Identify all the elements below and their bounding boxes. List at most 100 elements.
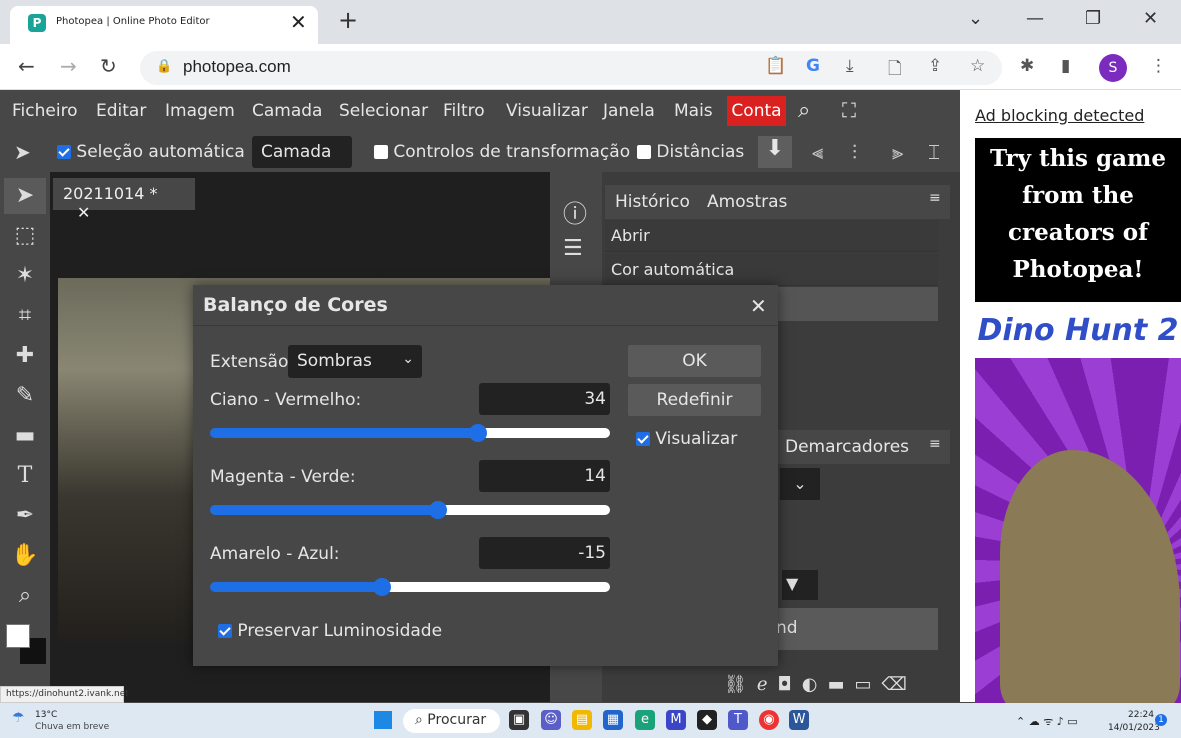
menu-mais[interactable]: Mais (674, 101, 713, 121)
slider-thumb[interactable] (429, 501, 447, 519)
clock-time[interactable]: 22:24 (1128, 710, 1154, 720)
reset-button[interactable]: Redefinir (628, 384, 761, 416)
layer-actions-icons[interactable]: ⛓ℯ◘◐▬▭⌫ (724, 674, 917, 695)
menu-editar[interactable]: Editar (96, 101, 146, 121)
history-row[interactable]: Cor automática (605, 254, 938, 286)
tab-history[interactable]: Histórico (615, 192, 690, 212)
menu-camada[interactable]: Camada (252, 101, 322, 121)
close-window-icon[interactable]: ✕ (1143, 8, 1158, 29)
ad-promo[interactable]: Try this game from the creators of Photo… (975, 138, 1181, 302)
tab-paths[interactable]: Demarcadores (785, 437, 909, 457)
history-row[interactable]: Abrir (605, 220, 938, 252)
weather-text[interactable]: Chuva em breve (35, 722, 109, 732)
foreground-color-swatch[interactable] (6, 624, 30, 648)
distances-checkbox[interactable]: Distâncias (637, 142, 744, 162)
back-icon[interactable]: ← (18, 54, 35, 78)
account-button[interactable]: Conta (727, 96, 786, 126)
slider-thumb[interactable] (469, 424, 487, 442)
panel-menu-icon[interactable]: ≡ (929, 190, 941, 206)
task-view-icon[interactable]: ▣ (509, 710, 529, 730)
pen-tool-icon[interactable]: ✒ (8, 499, 42, 533)
chat-icon[interactable]: ☺ (541, 710, 561, 730)
transform-controls-checkbox[interactable]: Controlos de transformação (374, 142, 630, 162)
app2-icon[interactable]: ◆ (697, 710, 717, 730)
omnibox[interactable]: 🔒 photopea.com (140, 51, 1002, 85)
fullscreen-icon[interactable]: ⛶ (842, 98, 856, 122)
magenta-green-input[interactable]: 14 (479, 460, 610, 492)
auto-select-checkbox[interactable]: Seleção automática (57, 142, 245, 162)
side-panel-icon[interactable]: ▮ (1061, 56, 1070, 76)
adjustments-icon[interactable]: ☰ (563, 236, 583, 261)
zoom-tool-icon[interactable]: ⌕ (8, 579, 42, 613)
menu-ficheiro[interactable]: Ficheiro (12, 101, 78, 121)
extensions-icon[interactable]: ✱ (1020, 56, 1034, 76)
weather-temp[interactable]: 13°C (35, 710, 57, 720)
forward-icon[interactable]: → (60, 54, 77, 78)
close-tab-icon[interactable]: ✕ (290, 10, 307, 34)
bookmark-star-icon[interactable]: ☆ (970, 56, 985, 76)
marquee-tool-icon[interactable]: ⬚ (8, 219, 42, 253)
close-document-icon[interactable]: ✕ (77, 203, 90, 222)
align-right-icon[interactable]: ⫸ (892, 140, 903, 164)
edge-icon[interactable]: e (635, 710, 655, 730)
layers-panel-menu-icon[interactable]: ≡ (929, 436, 941, 452)
download-icon[interactable]: ⬇ (758, 136, 792, 168)
file-explorer-icon[interactable]: ▤ (572, 710, 592, 730)
install-app-icon[interactable]: ⤓ (846, 56, 854, 76)
preserve-luminosity-checkbox[interactable]: Preservar Luminosidade (218, 621, 442, 641)
text-tool-icon[interactable]: T (8, 459, 42, 493)
ad-blocking-link[interactable]: Ad blocking detected (975, 106, 1144, 125)
profile-avatar[interactable]: S (1099, 54, 1127, 82)
restore-icon[interactable]: ❐ (1085, 8, 1101, 29)
opacity-dropdown[interactable]: ▼ (782, 570, 818, 600)
share-icon[interactable]: ⇪ (928, 56, 942, 76)
extent-dropdown[interactable]: Sombras ⌄ (288, 345, 422, 378)
word-icon[interactable]: W (789, 710, 809, 730)
chrome-menu-icon[interactable]: ⋮ (1150, 56, 1167, 76)
preview-checkbox[interactable]: Visualizar (636, 429, 737, 449)
clipboard-icon[interactable]: 📋 (765, 56, 786, 76)
layer-row[interactable]: nd (770, 608, 938, 650)
store-icon[interactable]: ▦ (603, 710, 623, 730)
url-text[interactable]: photopea.com (183, 57, 291, 77)
clock-date[interactable]: 14/01/2023 (1108, 723, 1160, 733)
browser-tab[interactable]: P Photopea | Online Photo Editor ✕ (10, 6, 318, 44)
weather-icon[interactable]: ☂ (12, 710, 25, 726)
chrome-icon[interactable]: ◉ (759, 710, 779, 730)
system-tray-icons[interactable]: ⌃ ☁ ᯤ ♪ ▭ (1016, 714, 1078, 729)
windows-start-icon[interactable] (374, 711, 392, 729)
blend-mode-dropdown[interactable]: ⌄ (780, 468, 820, 500)
magenta-green-slider[interactable] (210, 501, 610, 519)
app-icon[interactable]: M (666, 710, 686, 730)
hand-tool-icon[interactable]: ✋ (8, 539, 42, 573)
brush-tool-icon[interactable]: ✎ (8, 379, 42, 413)
game-title[interactable]: Dino Hunt 2 (975, 306, 1181, 356)
document-tab[interactable]: 20211014 * ✕ (53, 178, 195, 222)
menu-filtro[interactable]: Filtro (443, 101, 485, 121)
menu-imagem[interactable]: Imagem (165, 101, 235, 121)
align-top-icon[interactable]: ⌶ (928, 140, 940, 164)
slider-thumb[interactable] (373, 578, 391, 596)
teams-icon[interactable]: T (728, 710, 748, 730)
taskbar-search[interactable]: ⌕ Procurar (403, 709, 500, 733)
new-tab-icon[interactable]: + (338, 6, 358, 34)
move-tool-icon[interactable]: ➤ (8, 179, 42, 213)
menu-selecionar[interactable]: Selecionar (339, 101, 428, 121)
tab-search-chevron-icon[interactable]: ⌄ (968, 8, 983, 29)
cyan-red-slider[interactable] (210, 424, 610, 442)
page-icon[interactable]: 🗋 (888, 56, 902, 85)
cyan-red-input[interactable]: 34 (479, 383, 610, 415)
magic-wand-icon[interactable]: ✶ (8, 259, 42, 293)
tab-samples[interactable]: Amostras (707, 192, 787, 212)
yellow-blue-slider[interactable] (210, 578, 610, 596)
notification-badge[interactable]: 1 (1155, 714, 1167, 726)
align-left-icon[interactable]: ⫷ (812, 140, 823, 164)
align-center-icon[interactable]: ⫶ (852, 140, 857, 164)
google-lens-icon[interactable]: G (806, 56, 820, 76)
reload-icon[interactable]: ↻ (100, 54, 117, 78)
ok-button[interactable]: OK (628, 345, 761, 377)
minimize-icon[interactable]: — (1026, 8, 1044, 29)
healing-tool-icon[interactable]: ✚ (8, 339, 42, 373)
search-icon[interactable]: ⌕ (798, 98, 810, 123)
info-icon[interactable]: ⓘ (563, 194, 587, 229)
